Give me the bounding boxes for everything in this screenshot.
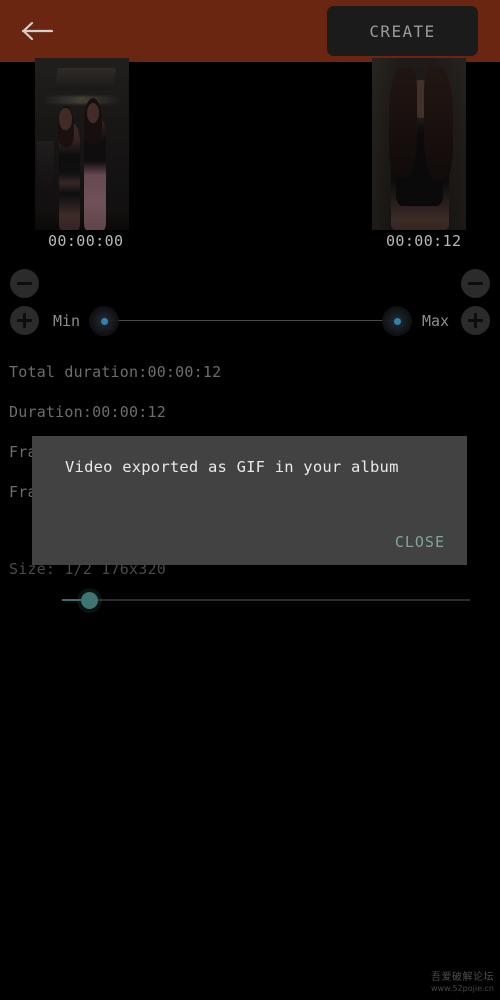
minus-icon [17, 282, 32, 285]
app-screen: CREATE 00:00:00 00:00:12 Min Max Total d… [0, 0, 500, 1000]
back-button[interactable] [18, 13, 58, 49]
create-button[interactable]: CREATE [327, 6, 478, 56]
plus-icon-vertical [23, 313, 26, 328]
trim-range-min-handle[interactable] [89, 306, 119, 336]
quality-slider-thumb[interactable] [81, 592, 98, 609]
end-timestamp: 00:00:12 [386, 232, 462, 250]
back-arrow-icon [21, 20, 55, 42]
end-frame-thumbnail[interactable] [372, 58, 466, 230]
dim-overlay [35, 58, 129, 230]
trim-range-track[interactable] [104, 320, 397, 321]
duration-text: Duration:00:00:12 [9, 403, 166, 421]
start-frame-thumbnail[interactable] [35, 58, 129, 230]
quality-slider-track[interactable] [62, 599, 470, 601]
increase-end-button[interactable] [461, 306, 490, 335]
watermark: 吾爱破解论坛 www.52pojie.cn [431, 972, 494, 995]
max-label: Max [422, 312, 450, 330]
watermark-url: www.52pojie.cn [431, 984, 494, 993]
plus-icon-vertical [474, 313, 477, 328]
dialog-close-button[interactable]: CLOSE [395, 533, 445, 551]
create-button-label: CREATE [369, 21, 436, 41]
trim-range-max-handle[interactable] [382, 306, 412, 336]
dialog-message: Video exported as GIF in your album [65, 458, 399, 476]
min-label: Min [53, 312, 81, 330]
decrease-end-button[interactable] [461, 269, 490, 298]
export-confirmation-dialog: Video exported as GIF in your album CLOS… [32, 436, 467, 565]
total-duration-text: Total duration:00:00:12 [9, 363, 222, 381]
start-timestamp: 00:00:00 [48, 232, 124, 250]
decrease-start-button[interactable] [10, 269, 39, 298]
dim-overlay [372, 58, 466, 230]
minus-icon [468, 282, 483, 285]
top-app-bar: CREATE [0, 0, 500, 62]
watermark-site-name: 吾爱破解论坛 [431, 971, 494, 983]
increase-start-button[interactable] [10, 306, 39, 335]
